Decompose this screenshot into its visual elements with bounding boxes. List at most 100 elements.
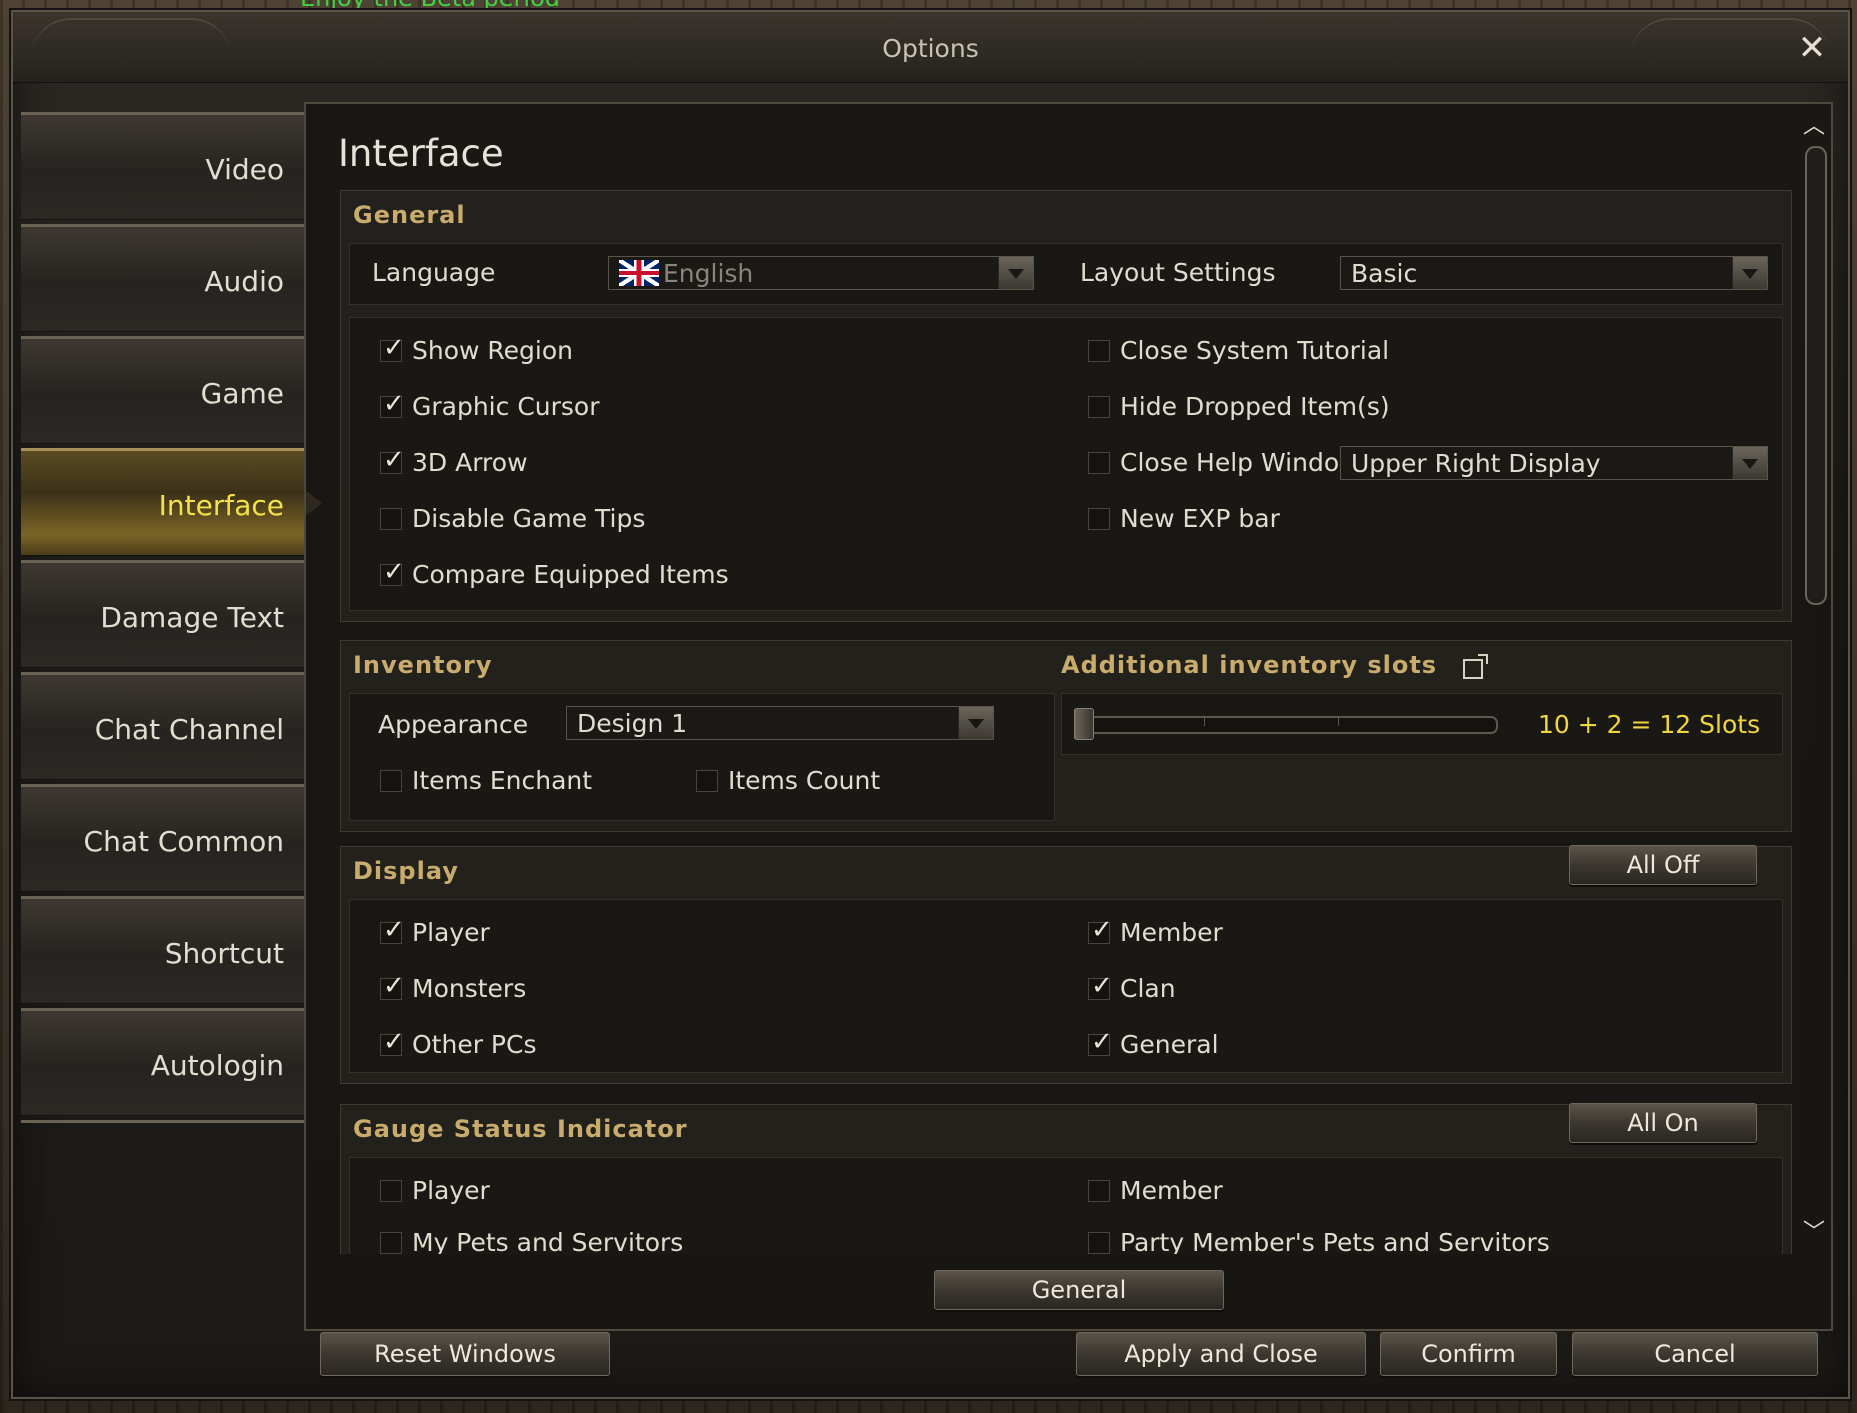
apply-and-close-button[interactable]: Apply and Close [1076, 1332, 1366, 1376]
display-player-checkbox[interactable]: Player [380, 915, 490, 947]
sidebar: Video Audio Game Interface Damage Text C… [21, 112, 322, 1123]
close-help-window-checkbox[interactable]: Close Help Window [1088, 448, 1360, 477]
sidebar-item-label: Game [200, 377, 284, 410]
checkbox-label: New EXP bar [1120, 504, 1280, 533]
reset-windows-button[interactable]: Reset Windows [320, 1332, 610, 1376]
checkbox-box[interactable] [380, 1027, 405, 1057]
sidebar-divider [21, 1120, 304, 1123]
external-link-icon[interactable] [1463, 654, 1488, 679]
display-general-checkbox[interactable]: General [1088, 1027, 1219, 1059]
scroll-area[interactable]: Interface General Language English Layou… [306, 104, 1796, 1254]
checkbox-box[interactable] [696, 769, 718, 792]
inventory-section: Inventory Appearance Design 1 Items Ench… [340, 640, 1792, 832]
chevron-down-icon[interactable] [1732, 257, 1767, 289]
gauge-my-pets-checkbox[interactable]: My Pets and Servitors [380, 1228, 683, 1254]
chevron-up-icon[interactable]: ︿ [1797, 108, 1831, 139]
sidebar-item-shortcut[interactable]: Shortcut [21, 896, 304, 1004]
sidebar-item-game[interactable]: Game [21, 336, 304, 444]
checkbox-label: Close Help Window [1120, 448, 1360, 477]
items-count-checkbox[interactable]: Items Count [696, 766, 880, 795]
display-member-checkbox[interactable]: Member [1088, 915, 1223, 947]
general-footer-button[interactable]: General [934, 1270, 1224, 1310]
checkbox-box[interactable] [1088, 1231, 1110, 1254]
help-window-position-dropdown[interactable]: Upper Right Display [1340, 446, 1768, 480]
checkbox-label: Player [412, 918, 490, 947]
gauge-all-on-button[interactable]: All On [1569, 1103, 1757, 1143]
vertical-scrollbar[interactable]: ︿ ﹀ [1797, 104, 1831, 1254]
checkbox-label: Close System Tutorial [1120, 336, 1390, 365]
cancel-button[interactable]: Cancel [1572, 1332, 1818, 1376]
display-monsters-checkbox[interactable]: Monsters [380, 971, 527, 1003]
checkbox-box[interactable] [380, 915, 405, 945]
checkbox-box[interactable] [1088, 339, 1110, 362]
display-clan-checkbox[interactable]: Clan [1088, 971, 1176, 1003]
items-enchant-checkbox[interactable]: Items Enchant [380, 766, 592, 795]
checkbox-box[interactable] [1088, 395, 1110, 418]
checkbox-box[interactable] [1088, 451, 1110, 474]
checkbox-box[interactable] [380, 507, 402, 530]
gauge-player-checkbox[interactable]: Player [380, 1176, 490, 1205]
scrollbar-thumb[interactable] [1805, 146, 1827, 605]
sidebar-item-label: Damage Text [100, 601, 284, 634]
gauge-member-checkbox[interactable]: Member [1088, 1176, 1223, 1205]
3d-arrow-checkbox[interactable]: 3D Arrow [380, 445, 528, 477]
title-bar[interactable]: Options ✕ [13, 12, 1848, 83]
new-exp-bar-checkbox[interactable]: New EXP bar [1088, 504, 1280, 533]
slots-slider-handle[interactable] [1074, 708, 1094, 740]
checkbox-box[interactable] [380, 389, 405, 419]
checkbox-box[interactable] [380, 971, 405, 1001]
layout-value: Basic [1351, 259, 1418, 288]
disable-game-tips-checkbox[interactable]: Disable Game Tips [380, 504, 645, 533]
sidebar-item-interface[interactable]: Interface [21, 448, 322, 556]
language-dropdown[interactable]: English [608, 256, 1034, 290]
sidebar-item-autologin[interactable]: Autologin [21, 1008, 304, 1116]
chevron-down-icon[interactable] [1732, 447, 1767, 479]
sidebar-item-damage-text[interactable]: Damage Text [21, 560, 304, 668]
gauge-party-pets-checkbox[interactable]: Party Member's Pets and Servitors [1088, 1228, 1550, 1254]
sidebar-item-video[interactable]: Video [21, 112, 304, 220]
appearance-dropdown[interactable]: Design 1 [566, 706, 994, 740]
checkbox-box[interactable] [380, 557, 405, 587]
chevron-down-icon[interactable]: ﹀ [1797, 1214, 1831, 1245]
sidebar-item-label: Video [205, 153, 284, 186]
layout-settings-dropdown[interactable]: Basic [1340, 256, 1768, 290]
close-system-tutorial-checkbox[interactable]: Close System Tutorial [1088, 336, 1389, 365]
layout-settings-label: Layout Settings [1080, 258, 1276, 287]
checkbox-box[interactable] [380, 333, 405, 363]
checkbox-box[interactable] [380, 445, 405, 475]
hide-dropped-items-checkbox[interactable]: Hide Dropped Item(s) [1088, 392, 1390, 421]
sidebar-item-chat-channel[interactable]: Chat Channel [21, 672, 304, 780]
checkbox-box[interactable] [380, 769, 402, 792]
checkbox-box[interactable] [1088, 1179, 1110, 1202]
slider-tick [1204, 716, 1205, 726]
sidebar-item-chat-common[interactable]: Chat Common [21, 784, 304, 892]
display-title: Display [353, 857, 459, 885]
sidebar-item-audio[interactable]: Audio [21, 224, 304, 332]
display-options-box: Player Monsters Other PCs Member Clan Ge… [349, 899, 1783, 1073]
chevron-down-icon[interactable] [998, 257, 1033, 289]
checkbox-label: My Pets and Servitors [412, 1228, 684, 1254]
checkbox-box[interactable] [380, 1231, 402, 1254]
graphic-cursor-checkbox[interactable]: Graphic Cursor [380, 389, 600, 421]
general-options-box: Show Region Graphic Cursor 3D Arrow Disa… [349, 317, 1783, 611]
chevron-down-icon[interactable] [958, 707, 993, 739]
display-all-off-button[interactable]: All Off [1569, 845, 1757, 885]
close-icon[interactable]: ✕ [1792, 28, 1832, 68]
compare-equipped-items-checkbox[interactable]: Compare Equipped Items [380, 557, 729, 589]
slots-slider-track[interactable] [1074, 716, 1498, 734]
gauge-section: Gauge Status Indicator All On Player My … [340, 1103, 1792, 1254]
checkbox-box[interactable] [380, 1179, 402, 1202]
checkbox-label: 3D Arrow [412, 448, 528, 477]
checkbox-box[interactable] [1088, 915, 1113, 945]
display-other-pcs-checkbox[interactable]: Other PCs [380, 1027, 537, 1059]
checkbox-label: Monsters [412, 974, 527, 1003]
general-title: General [353, 201, 466, 229]
window-title: Options [882, 34, 979, 63]
confirm-button[interactable]: Confirm [1380, 1332, 1557, 1376]
checkbox-label: Member [1120, 1176, 1223, 1205]
checkbox-box[interactable] [1088, 1027, 1113, 1057]
show-region-checkbox[interactable]: Show Region [380, 333, 573, 365]
checkbox-box[interactable] [1088, 971, 1113, 1001]
appearance-label: Appearance [378, 710, 529, 739]
checkbox-box[interactable] [1088, 507, 1110, 530]
